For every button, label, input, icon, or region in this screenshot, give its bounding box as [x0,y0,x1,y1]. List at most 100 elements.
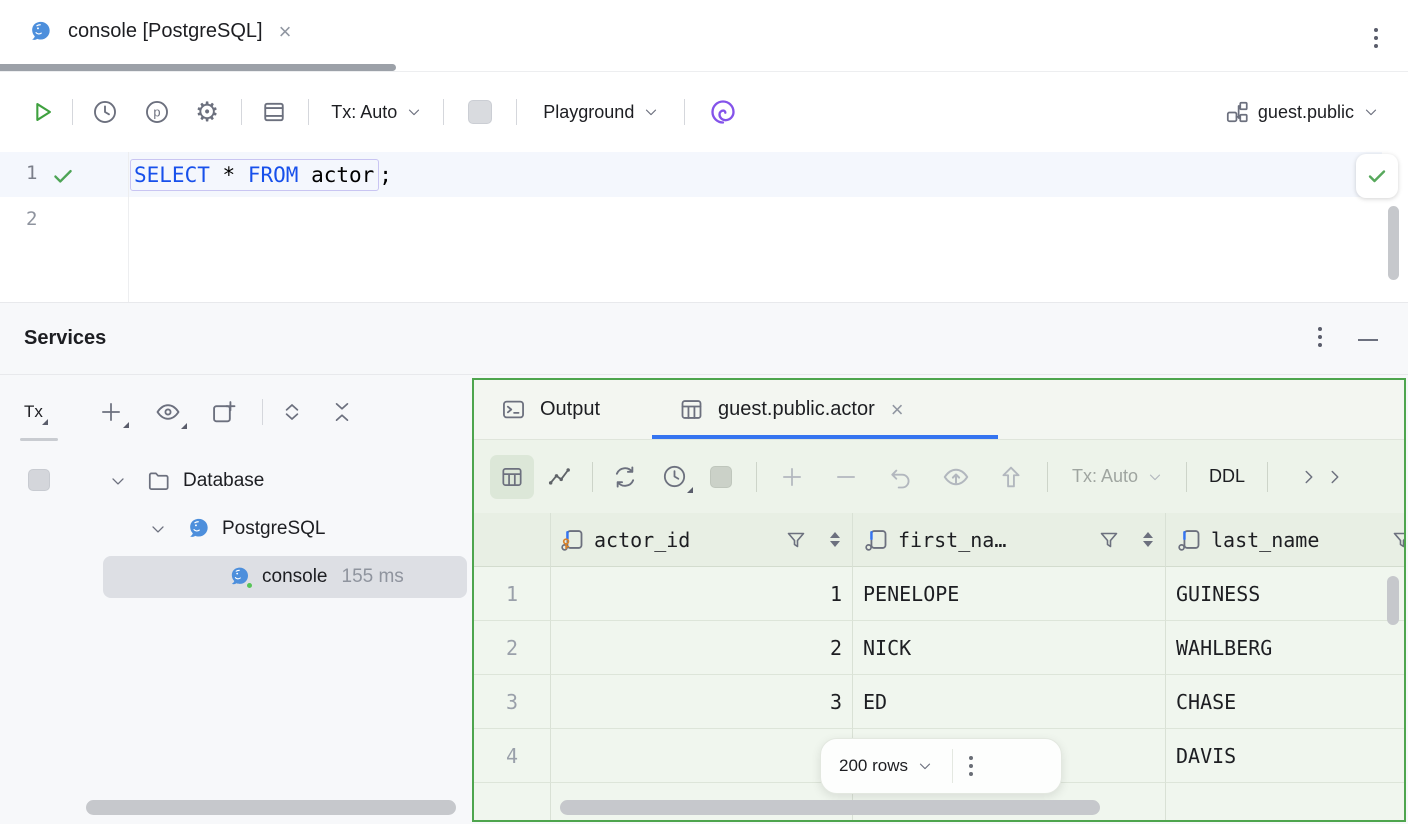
history-icon[interactable] [91,98,119,126]
page-size-dropdown[interactable]: 200 rows [839,756,908,776]
view-options-eye-icon[interactable] [154,398,182,426]
grid-view-button[interactable] [490,455,534,499]
chart-view-button[interactable] [546,463,574,491]
tx-filter-underline [20,438,58,441]
postgresql-icon [186,516,212,542]
sql-star: * [223,163,236,187]
grid-hscrollbar-thumb[interactable] [560,800,1100,815]
table-row[interactable]: 3 3 ED CHASE [474,675,1404,729]
tree-item-database[interactable]: Database [108,458,264,504]
line-number[interactable]: 1 [26,162,37,184]
schema-switcher[interactable]: guest.public [1224,99,1380,125]
revert-button [887,463,915,491]
column-header-last-name[interactable]: last_name [1166,513,1404,567]
no-problems-check-icon [1365,164,1389,188]
schema-icon [1224,99,1250,125]
query-history-icon[interactable] [661,463,688,490]
row-number-header[interactable] [474,513,551,567]
stop-query-button [710,466,732,488]
close-icon[interactable]: × [279,21,292,43]
table-row[interactable]: 1 1 PENELOPE GUINESS [474,567,1404,621]
next-page-icon[interactable] [1298,466,1320,488]
connected-status-dot [245,581,254,590]
chevron-down-icon[interactable] [916,757,934,775]
tab-scroll-strip [0,63,1408,72]
cell-last-name[interactable]: CHASE [1166,675,1404,729]
ai-assistant-icon[interactable] [709,98,737,126]
close-icon[interactable]: × [891,399,904,421]
in-editor-results-icon[interactable] [260,98,288,126]
cell-first-name[interactable]: PENELOPE [853,567,1166,621]
line-number[interactable]: 2 [26,208,37,230]
tx-mode-label: Tx: Auto [331,102,397,123]
minimize-icon[interactable] [1358,339,1378,341]
add-row-button [779,464,805,490]
cell-last-name[interactable]: DAVIS [1166,729,1404,783]
chevron-down-icon[interactable] [108,471,128,491]
tab-scrollbar-thumb[interactable] [0,64,396,71]
tree-label: PostgreSQL [222,518,326,540]
statement-executed-check-icon[interactable] [50,163,76,189]
expand-all-icon[interactable] [279,399,305,425]
tx-filter-button[interactable]: Tx [24,402,43,422]
stop-button [468,100,492,124]
cell-actor-id[interactable] [551,729,853,783]
session-dropdown[interactable]: Playground [543,102,660,123]
results-tab-bar: Output guest.public.actor × [474,380,1404,439]
row-number[interactable]: 1 [474,567,551,621]
sort-icon[interactable] [830,532,840,547]
cell-first-name[interactable]: NICK [853,621,1166,675]
sql-table-name: actor [311,163,374,187]
cell-actor-id[interactable]: 3 [551,675,853,729]
tree-hscrollbar-thumb[interactable] [86,800,456,815]
execution-time: 155 ms [342,566,404,588]
row-number[interactable]: 3 [474,675,551,729]
settings-gear-icon[interactable]: ⚙ [195,99,219,126]
pager-kebab-icon[interactable] [969,756,973,776]
editor-scrollbar-thumb[interactable] [1388,206,1399,280]
tree-item-console[interactable]: console 155 ms [228,554,404,600]
tree-label: Database [183,470,264,492]
results-tx-dropdown[interactable]: Tx: Auto [1072,466,1164,487]
row-number[interactable]: 2 [474,621,551,675]
ddl-button[interactable]: DDL [1209,466,1245,487]
add-service-button[interactable] [98,399,124,425]
column-header-first-name[interactable]: first_na… [853,513,1166,567]
collapse-all-icon[interactable] [329,399,355,425]
last-page-icon[interactable] [1324,466,1346,488]
cell-last-name[interactable]: GUINESS [1166,567,1404,621]
row-number[interactable]: 4 [474,729,551,783]
chevron-down-icon[interactable] [148,519,168,539]
sql-editor[interactable]: 1 2 SELECT * FROM actor; [0,152,1408,302]
tree-item-postgresql[interactable]: PostgreSQL [148,506,326,552]
filter-icon[interactable] [784,528,808,552]
sort-icon[interactable] [1143,532,1153,547]
cell-actor-id[interactable]: 1 [551,567,853,621]
editor-tab-bar: console [PostgreSQL] × [0,0,1408,63]
run-button[interactable] [28,98,56,126]
cell-last-name[interactable]: WAHLBERG [1166,621,1404,675]
editor-tab-console[interactable]: console [PostgreSQL] [68,20,263,43]
open-in-new-tab-icon[interactable] [210,398,238,426]
chevron-down-icon [1146,468,1164,486]
table-row[interactable]: 2 2 NICK WAHLBERG [474,621,1404,675]
tab-output[interactable]: Output [500,380,600,439]
grid-vscrollbar-thumb[interactable] [1387,576,1399,625]
parameters-icon[interactable]: p [143,98,171,126]
refresh-icon[interactable] [611,463,639,491]
window-kebab-menu-icon[interactable] [1374,28,1378,48]
filter-icon[interactable] [1097,528,1121,552]
cell-first-name[interactable]: ED [853,675,1166,729]
inspection-status-widget[interactable] [1356,154,1398,198]
sql-statement[interactable]: SELECT * FROM actor; [130,152,392,197]
chevron-down-icon [405,103,423,121]
tx-mode-dropdown[interactable]: Tx: Auto [331,102,423,123]
sql-keyword-from: FROM [248,163,299,187]
cell-actor-id[interactable]: 2 [551,621,853,675]
services-options-kebab-icon[interactable] [1318,327,1322,347]
tab-result-grid[interactable]: guest.public.actor × [678,380,904,439]
folder-icon [146,468,172,494]
filter-icon[interactable] [1390,528,1404,552]
column-header-actor-id[interactable]: actor_id [551,513,853,567]
column-name: actor_id [594,528,690,552]
